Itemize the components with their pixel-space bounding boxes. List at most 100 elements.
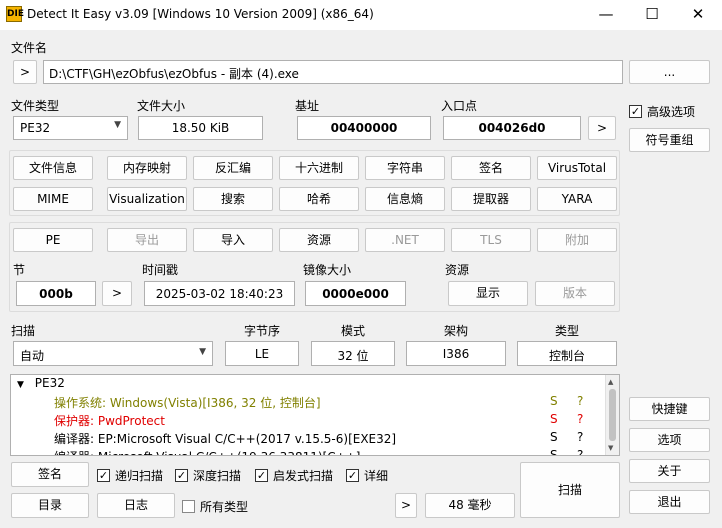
tool-button-5[interactable]: 签名 xyxy=(451,156,531,180)
chevron-down-icon: ▼ xyxy=(114,120,121,130)
image-size-label: 镜像大小 xyxy=(303,263,352,277)
file-path-input[interactable]: D:\CTF\GH\ezObfus\ezObfus - 副本 (4).exe xyxy=(43,60,623,84)
about-button[interactable]: 关于 xyxy=(629,459,710,483)
advanced-label: 高级选项 xyxy=(647,105,696,119)
scroll-down-icon[interactable]: ▼ xyxy=(608,444,613,452)
timestamp-field: 2025-03-02 18:40:23 xyxy=(144,281,295,306)
elapsed-time-button[interactable]: 48 毫秒 xyxy=(425,493,515,518)
section-button[interactable]: > xyxy=(102,281,132,306)
checkbox-empty-icon xyxy=(182,500,195,513)
file-type-select[interactable]: PE32 ▼ xyxy=(13,116,128,140)
app-icon: DIE xyxy=(6,6,24,22)
file-browse-arrow-button[interactable]: > xyxy=(13,60,37,84)
result-row-0[interactable]: 操作系统: Windows(Vista)[I386, 32 位, 控制台] xyxy=(54,394,574,412)
resources-show-button[interactable]: 显示 xyxy=(448,281,528,306)
tool-button-4[interactable]: 字符串 xyxy=(365,156,445,180)
tool2-button-2[interactable]: 搜索 xyxy=(193,187,273,211)
signatures-button[interactable]: 签名 xyxy=(11,462,89,487)
tool2-button-5[interactable]: 提取器 xyxy=(451,187,531,211)
recursive-scan-label: 递归扫描 xyxy=(115,469,164,483)
result-signature-flag[interactable]: S xyxy=(550,394,558,412)
heuristic-scan-label: 启发式扫描 xyxy=(273,469,334,483)
time-arrow-button[interactable]: > xyxy=(395,493,417,518)
verbose-checkbox[interactable]: ✓ 详细 xyxy=(346,467,388,484)
symbol-demangle-button[interactable]: 符号重组 xyxy=(629,128,710,152)
endianness-field: LE xyxy=(225,341,299,366)
directory-button[interactable]: 目录 xyxy=(11,493,89,518)
result-text: 编译器: EP:Microsoft Visual C/C++(2017 v.15… xyxy=(54,432,397,446)
file-open-button[interactable]: ... xyxy=(629,60,710,84)
minimize-button[interactable]: — xyxy=(583,0,629,30)
all-types-checkbox[interactable]: 所有类型 xyxy=(182,498,248,515)
tool2-button-4[interactable]: 信息熵 xyxy=(365,187,445,211)
result-info-flag[interactable]: ? xyxy=(577,412,583,430)
base-address-field: 00400000 xyxy=(297,116,431,140)
deep-scan-checkbox[interactable]: ✓ 深度扫描 xyxy=(175,467,241,484)
check-icon: ✓ xyxy=(97,469,110,482)
result-text: 编译器: Microsoft Visual C/C++(19.36.33811)… xyxy=(54,450,360,455)
result-signature-flag[interactable]: S xyxy=(550,412,558,430)
result-row-3[interactable]: 编译器: Microsoft Visual C/C++(19.36.33811)… xyxy=(54,448,574,455)
scan-results-tree[interactable]: ▼ PE32 操作系统: Windows(Vista)[I386, 32 位, … xyxy=(10,374,620,456)
check-icon: ✓ xyxy=(629,105,642,118)
tree-root-label: PE32 xyxy=(34,376,65,390)
options-button[interactable]: 选项 xyxy=(629,428,710,452)
timestamp-label: 时间戳 xyxy=(142,263,179,277)
chevron-down-icon: ▼ xyxy=(199,347,206,357)
tree-root[interactable]: ▼ PE32 xyxy=(17,376,65,394)
maximize-button[interactable]: ☐ xyxy=(629,0,675,30)
shortcuts-button[interactable]: 快捷键 xyxy=(629,397,710,421)
close-button[interactable]: ✕ xyxy=(675,0,721,30)
deep-scan-label: 深度扫描 xyxy=(193,469,242,483)
type-label: 类型 xyxy=(555,324,580,338)
tool-button-1[interactable]: 内存映射 xyxy=(107,156,187,180)
tree-scrollbar[interactable]: ▲ ▼ xyxy=(605,375,619,455)
result-info-flag[interactable]: ? xyxy=(577,448,583,455)
tool2-button-6[interactable]: YARA xyxy=(537,187,617,211)
verbose-label: 详细 xyxy=(364,469,389,483)
scrollbar-thumb[interactable] xyxy=(609,389,616,441)
log-button[interactable]: 日志 xyxy=(97,493,175,518)
result-text: 操作系统: Windows(Vista)[I386, 32 位, 控制台] xyxy=(54,396,321,410)
recursive-scan-checkbox[interactable]: ✓ 递归扫描 xyxy=(97,467,163,484)
result-row-1[interactable]: 保护器: PwdProtect xyxy=(54,412,574,430)
result-info-flag[interactable]: ? xyxy=(577,394,583,412)
tool-button-2[interactable]: 反汇编 xyxy=(193,156,273,180)
scan-button[interactable]: 扫描 xyxy=(520,462,620,518)
tool2-button-1[interactable]: Visualization xyxy=(107,187,187,211)
tool-button-6[interactable]: VirusTotal xyxy=(537,156,617,180)
file-size-label: 文件大小 xyxy=(137,99,186,113)
heuristic-scan-checkbox[interactable]: ✓ 启发式扫描 xyxy=(255,467,333,484)
type-field: 控制台 xyxy=(517,341,617,366)
tool2-button-3[interactable]: 哈希 xyxy=(279,187,359,211)
collapse-icon[interactable]: ▼ xyxy=(17,380,24,390)
pe-tab-2[interactable]: 导入 xyxy=(193,228,273,252)
file-type-label: 文件类型 xyxy=(11,99,60,113)
tool-button-3[interactable]: 十六进制 xyxy=(279,156,359,180)
file-type-value: PE32 xyxy=(20,121,51,135)
mode-label: 模式 xyxy=(341,324,366,338)
result-signature-flag[interactable]: S xyxy=(550,430,558,448)
pe-tab-3[interactable]: 资源 xyxy=(279,228,359,252)
pe-tab-4: .NET xyxy=(365,228,445,252)
check-icon: ✓ xyxy=(346,469,359,482)
scan-label: 扫描 xyxy=(11,324,36,338)
section-count-field: 000b xyxy=(16,281,96,306)
all-types-label: 所有类型 xyxy=(200,500,249,514)
result-signature-flag[interactable]: S xyxy=(550,448,558,455)
scan-engine-select[interactable]: 自动 ▼ xyxy=(13,341,213,366)
tool2-button-0[interactable]: MIME xyxy=(13,187,93,211)
scroll-up-icon[interactable]: ▲ xyxy=(608,378,613,386)
result-info-flag[interactable]: ? xyxy=(577,430,583,448)
pe-tab-1: 导出 xyxy=(107,228,187,252)
entry-point-button[interactable]: > xyxy=(588,116,616,140)
architecture-label: 架构 xyxy=(444,324,469,338)
tool-button-0[interactable]: 文件信息 xyxy=(13,156,93,180)
endianness-label: 字节序 xyxy=(244,324,281,338)
advanced-checkbox[interactable]: ✓ 高级选项 xyxy=(629,103,695,120)
pe-tab-0[interactable]: PE xyxy=(13,228,93,252)
result-row-2[interactable]: 编译器: EP:Microsoft Visual C/C++(2017 v.15… xyxy=(54,430,574,448)
exit-button[interactable]: 退出 xyxy=(629,490,710,514)
pe-tab-6: 附加 xyxy=(537,228,617,252)
mode-field: 32 位 xyxy=(311,341,395,366)
